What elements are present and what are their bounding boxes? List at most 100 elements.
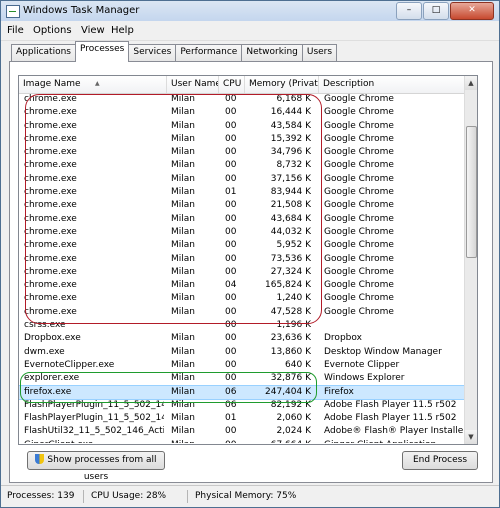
memory-cell: 82,192 K [270, 399, 311, 410]
tab-performance[interactable]: Performance [175, 44, 243, 62]
menu-help[interactable]: Help [111, 25, 134, 36]
table-row[interactable]: chrome.exe Milan 00 5,952 K Google Chrome [19, 239, 465, 252]
table-row[interactable]: FlashPlayerPlugin_11_5_502_14... Milan 06 8… [19, 399, 465, 412]
memory-cell: 2,060 K [276, 413, 311, 424]
table-row[interactable]: chrome.exe Milan 00 43,684 K Google Chrome [19, 213, 465, 226]
cpu-cell: 00 [225, 253, 237, 264]
memory-cell: 1,196 K [276, 320, 311, 331]
column-memory[interactable]: Memory (Privat... [245, 76, 319, 93]
user-name-cell: Milan [171, 120, 195, 131]
title-bar[interactable]: Windows Task Manager – □ ✕ [1, 1, 499, 21]
table-row[interactable]: chrome.exe Milan 01 83,944 K Google Chrome [19, 186, 465, 199]
table-row[interactable]: chrome.exe Milan 00 1,240 K Google Chrome [19, 292, 465, 305]
memory-cell: 1,240 K [276, 293, 311, 304]
column-image-name[interactable]: Image Name ▲ [19, 76, 167, 93]
memory-cell: 32,876 K [270, 373, 311, 384]
task-manager-window: Windows Task Manager – □ ✕ File Options … [0, 0, 500, 508]
description-cell: Google Chrome [324, 240, 394, 251]
table-row[interactable]: Dropbox.exe Milan 00 23,636 K Dropbox [19, 332, 465, 345]
cpu-cell: 00 [225, 426, 237, 437]
memory-cell: 43,684 K [270, 213, 311, 224]
menu-options[interactable]: Options [33, 25, 72, 36]
tab-processes[interactable]: Processes [74, 41, 130, 62]
description-cell: Desktop Window Manager [324, 346, 442, 357]
cpu-cell: 00 [225, 346, 237, 357]
cpu-cell: 00 [225, 373, 237, 384]
memory-cell: 34,796 K [270, 147, 311, 158]
process-name-cell: chrome.exe [24, 94, 77, 104]
minimize-button[interactable]: – [396, 2, 422, 20]
table-row[interactable]: chrome.exe Milan 04 165,824 K Google Chrome [19, 279, 465, 292]
scroll-thumb[interactable] [466, 126, 477, 258]
table-row[interactable]: dwm.exe Milan 00 13,860 K Desktop Window Man… [19, 346, 465, 359]
end-process-button[interactable]: End Process [402, 451, 478, 470]
table-row[interactable]: chrome.exe Milan 00 16,444 K Google Chrome [19, 106, 465, 119]
process-name-cell: Dropbox.exe [24, 333, 81, 344]
memory-cell: 8,732 K [276, 160, 311, 171]
table-row[interactable]: chrome.exe Milan 00 6,168 K Google Chrome [19, 93, 465, 106]
table-row[interactable]: GinerClient.exe Milan 0067,664 K Ginger Cli… [19, 439, 465, 443]
process-name-cell: GinerClient.exe [24, 439, 164, 443]
table-row[interactable]: chrome.exe Milan 00 43,584 K Google Chrome [19, 120, 465, 133]
status-cpu-usage: CPU Usage: 28% [87, 490, 188, 503]
table-row[interactable]: FlashUtil32_11_5_502_146_Acti... Milan 00 2… [19, 425, 465, 438]
cpu-cell: 00 [225, 359, 237, 370]
process-name-cell: chrome.exe [24, 253, 77, 264]
table-row[interactable]: chrome.exe Milan 00 47,528 K Google Chrome [19, 306, 465, 319]
memory-cell: 67,664 K [245, 439, 311, 443]
description-cell: Google Chrome [324, 226, 394, 237]
cpu-cell: 00 [225, 266, 237, 277]
cpu-cell: 00 [225, 439, 245, 443]
tab-networking[interactable]: Networking [241, 44, 303, 62]
table-row[interactable]: EvernoteClipper.exe Milan 00 640 K Evernote … [19, 359, 465, 372]
table-row[interactable]: chrome.exe Milan 00 15,392 K Google Chrome [19, 133, 465, 146]
user-name-cell: Milan [171, 399, 195, 410]
table-row[interactable]: firefox.exe Milan 06 247,404 K Firefox [19, 384, 465, 400]
description-cell: Adobe® Flash® Player Installer... [324, 426, 464, 437]
table-row[interactable]: csrss.exe 00 1,196 K [19, 319, 465, 332]
vertical-scrollbar[interactable]: ▲ ▼ [464, 76, 477, 444]
process-name-cell: FlashUtil32_11_5_502_146_Acti... [24, 426, 164, 437]
column-cpu[interactable]: CPU [219, 76, 245, 93]
cpu-cell: 00 [225, 120, 237, 131]
description-cell: Google Chrome [324, 280, 394, 291]
table-row[interactable]: chrome.exe Milan 00 73,536 K Google Chrome [19, 253, 465, 266]
column-user-name[interactable]: User Name [167, 76, 219, 93]
description-cell: Google Chrome [324, 133, 394, 144]
cpu-cell: 00 [225, 306, 237, 317]
tab-applications[interactable]: Applications [11, 44, 76, 62]
table-row[interactable]: explorer.exe Milan 00 32,876 K Windows Explo… [19, 372, 465, 385]
table-row[interactable]: chrome.exe Milan 00 37,156 K Google Chrome [19, 173, 465, 186]
description-cell: Google Chrome [324, 213, 394, 224]
user-name-cell: Milan [171, 426, 195, 437]
show-all-processes-button[interactable]: Show processes from all users [27, 451, 165, 482]
table-row[interactable]: chrome.exe Milan 00 21,508 K Google Chrome [19, 199, 465, 212]
tab-users[interactable]: Users [301, 44, 338, 62]
memory-cell: 27,324 K [270, 266, 311, 277]
user-name-cell [171, 319, 221, 332]
process-name-cell: chrome.exe [24, 200, 77, 211]
scroll-down-arrow-icon[interactable]: ▼ [465, 430, 477, 444]
cpu-cell: 00 [225, 133, 237, 144]
menu-view[interactable]: View [81, 25, 105, 36]
process-rows: chrome.exe Milan 00 6,168 K Google Chrome chr… [19, 93, 465, 443]
process-name-cell: chrome.exe [24, 280, 77, 291]
menu-file[interactable]: File [7, 25, 24, 36]
table-row[interactable]: chrome.exe Milan 00 34,796 K Google Chrome [19, 146, 465, 159]
table-row[interactable]: chrome.exe Milan 00 44,032 K Google Chrome [19, 226, 465, 239]
memory-cell: 23,636 K [270, 333, 311, 344]
table-row[interactable]: FlashPlayerPlugin_11_5_502_14... Milan 01 2… [19, 412, 465, 425]
table-row[interactable]: chrome.exe Milan 00 8,732 K Google Chrome [19, 159, 465, 172]
cpu-cell: 00 [225, 94, 237, 104]
user-name-cell: Milan [171, 187, 195, 198]
maximize-button[interactable]: □ [423, 2, 449, 20]
close-button[interactable]: ✕ [450, 2, 494, 20]
cpu-cell: 00 [225, 226, 237, 237]
table-row[interactable]: chrome.exe Milan 00 27,324 K Google Chrome [19, 266, 465, 279]
tab-services[interactable]: Services [128, 44, 177, 62]
user-name-cell: Milan [171, 293, 195, 304]
memory-cell: 44,032 K [270, 226, 311, 237]
memory-cell: 13,860 K [270, 346, 311, 357]
column-description[interactable]: Description [319, 76, 465, 93]
scroll-up-arrow-icon[interactable]: ▲ [465, 76, 477, 90]
